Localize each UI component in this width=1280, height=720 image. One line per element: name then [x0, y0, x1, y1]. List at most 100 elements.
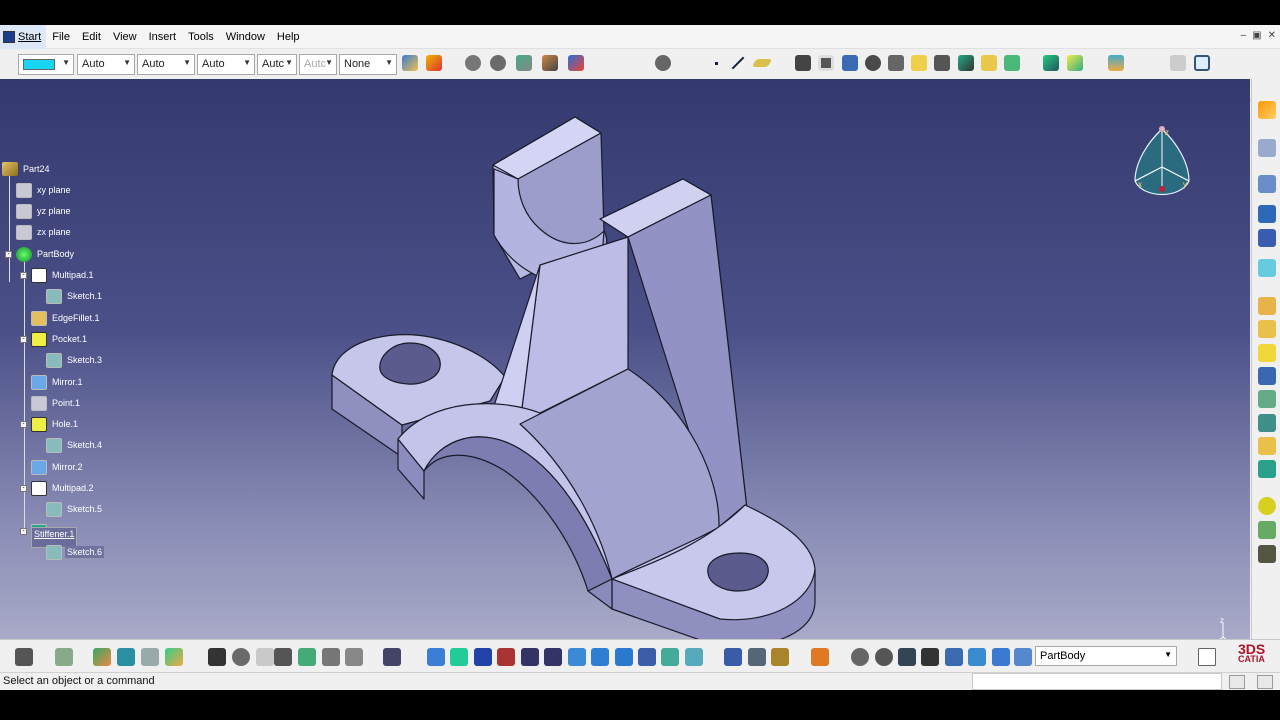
shading-icon[interactable]	[638, 648, 656, 666]
shell-icon[interactable]	[1258, 367, 1276, 385]
tree-node-zx-plane[interactable]: zx plane	[16, 223, 73, 241]
remove-face-icon[interactable]	[1258, 437, 1276, 455]
hole-icon[interactable]	[886, 53, 906, 73]
tree-root[interactable]: Part24	[2, 160, 52, 178]
compass-widget[interactable]: x y z	[1127, 123, 1197, 213]
tree-node-partbody[interactable]: PartBody	[16, 245, 76, 263]
line-thickness-select[interactable]: Auto ▼	[137, 54, 195, 75]
status-button[interactable]	[1257, 675, 1273, 689]
layers-icon[interactable]	[1106, 53, 1126, 73]
slot-icon[interactable]	[932, 53, 952, 73]
3d-viewport[interactable]: x y z z x y Part24 xy plane	[0, 79, 1250, 639]
properties-brush-icon[interactable]	[424, 53, 444, 73]
tree-node-sketch-1[interactable]: Sketch.1	[46, 287, 104, 305]
sketcher-icon[interactable]	[1041, 53, 1061, 73]
tree-node-sketch-4[interactable]: Sketch.4	[46, 436, 104, 454]
shaft-icon[interactable]	[840, 53, 860, 73]
thickness-icon[interactable]	[1258, 390, 1276, 408]
groove-icon[interactable]	[863, 53, 883, 73]
tree-node-xy-plane[interactable]: xy plane	[16, 181, 73, 199]
publish-icon[interactable]	[165, 648, 183, 666]
scan-icon[interactable]	[141, 648, 159, 666]
removed-multi-section-icon[interactable]	[1002, 53, 1022, 73]
measure-item-icon[interactable]	[748, 648, 766, 666]
menu-help[interactable]: Help	[271, 25, 306, 49]
menu-view[interactable]: View	[107, 25, 143, 49]
tree-node-sketch-6[interactable]: Sketch.6	[46, 543, 105, 561]
line-type-select[interactable]: Auto ▼	[77, 54, 135, 75]
tree-node-multipad-2[interactable]: Multipad.2	[31, 479, 96, 497]
define-in-work-object-icon[interactable]	[1014, 648, 1032, 666]
tree-node-mirror-1[interactable]: Mirror.1	[31, 373, 85, 391]
catalog-icon[interactable]	[1258, 545, 1276, 563]
sketch-icon[interactable]	[1258, 139, 1276, 157]
parameters-icon[interactable]	[345, 648, 363, 666]
tree-node-sketch-3[interactable]: Sketch.3	[46, 351, 104, 369]
zoom-in-icon[interactable]	[521, 648, 539, 666]
replace-face-icon[interactable]	[1258, 460, 1276, 478]
pad-icon[interactable]	[793, 53, 813, 73]
chamfer-icon[interactable]	[1258, 320, 1276, 338]
multi-view-icon[interactable]	[591, 648, 609, 666]
normal-view-icon[interactable]	[568, 648, 586, 666]
check-icon[interactable]	[322, 648, 340, 666]
axis-icon[interactable]	[898, 648, 916, 666]
window-layout-icon[interactable]	[1192, 53, 1212, 73]
rib-icon[interactable]	[909, 53, 929, 73]
tree-node-hole-1[interactable]: Hole.1	[31, 415, 80, 433]
tree-node-pocket-1[interactable]: Pocket.1	[31, 330, 89, 348]
tools-palette-icon[interactable]	[514, 53, 534, 73]
snap-icon[interactable]	[945, 648, 963, 666]
draft-icon[interactable]	[1258, 344, 1276, 362]
thread-icon[interactable]	[1258, 414, 1276, 432]
gear-icon[interactable]	[653, 53, 673, 73]
constraint-icon[interactable]	[1258, 175, 1276, 193]
design-table-icon[interactable]	[274, 648, 292, 666]
layer-select[interactable]: None ▼	[339, 54, 397, 75]
tree-node-multipad-1[interactable]: Multipad.1	[31, 266, 96, 284]
tree-expander[interactable]: -	[20, 336, 27, 343]
close-icon[interactable]: ✕	[1268, 30, 1276, 41]
tree-expander[interactable]: -	[20, 528, 27, 535]
grid-icon[interactable]	[968, 648, 986, 666]
render-icon[interactable]	[566, 53, 586, 73]
menu-insert[interactable]: Insert	[143, 25, 183, 49]
status-button[interactable]	[1229, 675, 1245, 689]
minimize-icon[interactable]: –	[1241, 30, 1247, 41]
tree-expander[interactable]: -	[20, 421, 27, 428]
macro-icon[interactable]	[93, 648, 111, 666]
tree-node-mirror-2[interactable]: Mirror.2	[31, 458, 85, 476]
update-icon[interactable]	[117, 648, 135, 666]
measure-between-icon[interactable]	[724, 648, 742, 666]
menu-edit[interactable]: Edit	[76, 25, 107, 49]
apply-icon[interactable]	[383, 648, 401, 666]
formula-icon[interactable]	[208, 648, 226, 666]
select-arrow-icon[interactable]	[1258, 101, 1276, 119]
axis-system-icon[interactable]	[1258, 259, 1276, 277]
gears-icon[interactable]	[488, 53, 508, 73]
restore-icon[interactable]: ▣	[1252, 30, 1261, 41]
fit-all-icon[interactable]	[450, 648, 468, 666]
measure-icon[interactable]	[1258, 205, 1276, 223]
boolean-icon[interactable]	[1258, 497, 1276, 515]
decimal-icon[interactable]	[921, 648, 939, 666]
transparency-select[interactable]: Autc ▼	[257, 54, 297, 75]
multi-section-solid-icon[interactable]	[979, 53, 999, 73]
swap-visible-space-icon[interactable]	[685, 648, 703, 666]
menu-tools[interactable]: Tools	[182, 25, 220, 49]
dress-up-fillet-icon[interactable]	[1258, 297, 1276, 315]
tree-node-point-1[interactable]: Point.1	[31, 394, 82, 412]
painter-icon[interactable]	[400, 53, 420, 73]
pan-icon[interactable]	[474, 648, 492, 666]
scan-history-icon[interactable]	[875, 648, 893, 666]
point-style-select[interactable]: Auto ▼	[197, 54, 255, 75]
tree-node-stiffener-1[interactable]: Stiffener.1	[31, 522, 78, 548]
law-icon[interactable]	[298, 648, 316, 666]
iso-view-icon[interactable]	[615, 648, 633, 666]
capture-camera-icon[interactable]	[15, 648, 33, 666]
apply-material-icon[interactable]	[540, 53, 560, 73]
tree-node-sketch-5[interactable]: Sketch.5	[46, 500, 104, 518]
tree-expander[interactable]: -	[20, 485, 27, 492]
analysis-icon[interactable]	[1258, 521, 1276, 539]
apply-material-icon[interactable]	[811, 648, 829, 666]
